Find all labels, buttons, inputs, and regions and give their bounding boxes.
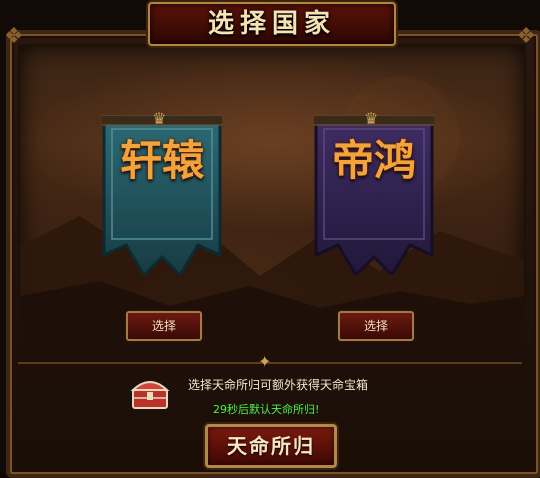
select-xuanyuan-button[interactable]: 选择 (126, 311, 202, 341)
corner-ornament-icon: ❖ (4, 24, 24, 49)
select-dihong-button[interactable]: 选择 (338, 311, 414, 341)
fate-confirm-button[interactable]: 天命所归 (205, 424, 337, 468)
landscape-background (20, 76, 524, 364)
reward-message: 选择天命所归可额外获得天命宝箱 (188, 378, 369, 392)
treasure-chest-icon (130, 376, 170, 410)
divider-ornament-icon: ✦ (258, 352, 272, 371)
select-country-dialog: ❖ ❖ 选择国家 ♛ 轩辕 ♛ 帝鸿 选择 选择 ✦ 选择天命所归可额外获得天命… (0, 0, 540, 478)
faction-scene (18, 44, 526, 366)
banner-crest-icon: ♛ (152, 109, 167, 128)
countdown-text: 29秒后默认天命所归! (213, 403, 320, 416)
faction-name-dihong: 帝鸿 (331, 136, 416, 185)
corner-ornament-icon: ❖ (516, 24, 536, 49)
dialog-title: 选择国家 (207, 9, 336, 39)
banner-crest-icon: ♛ (364, 109, 379, 128)
title-plate: 选择国家 (148, 2, 396, 46)
faction-banner-dihong[interactable]: ♛ 帝鸿 (314, 109, 434, 275)
faction-name-xuanyuan: 轩辕 (119, 136, 204, 185)
faction-banner-xuanyuan[interactable]: ♛ 轩辕 (102, 109, 222, 275)
